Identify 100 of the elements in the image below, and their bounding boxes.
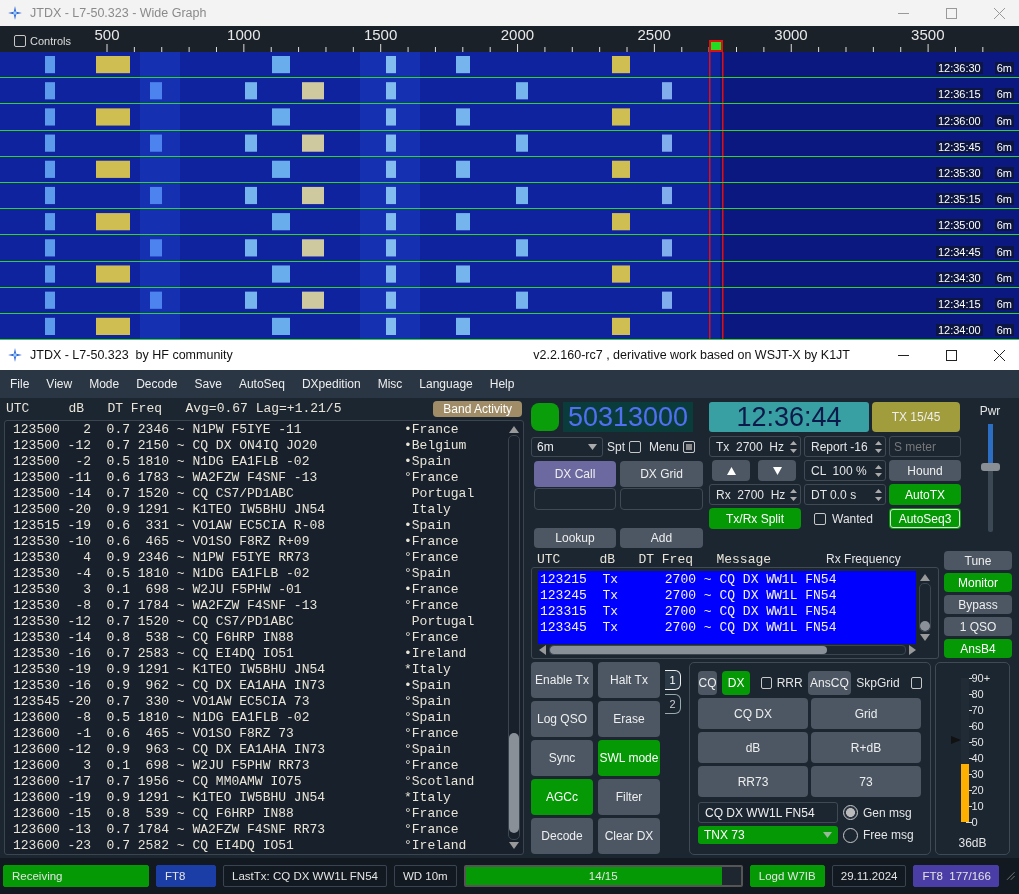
- decode-line[interactable]: 123500 -12 0.7 2150 ~ CQ DX ON4IQ JO20: [13, 438, 404, 454]
- resize-grip-icon[interactable]: [1006, 871, 1016, 881]
- checkbox[interactable]: [683, 441, 696, 453]
- side-button[interactable]: Bypass: [944, 595, 1012, 614]
- side-button[interactable]: Monitor: [944, 573, 1012, 592]
- checkbox[interactable]: [14, 35, 26, 47]
- decode-line[interactable]: 123500 -14 0.7 1520 ~ CQ CS7/PD1ABC: [13, 486, 404, 502]
- menu-item[interactable]: Misc: [377, 377, 403, 391]
- decode-line[interactable]: 123530 -12 0.7 1520 ~ CQ CS7/PD1ABC: [13, 614, 404, 630]
- side-button[interactable]: Tune: [944, 551, 1012, 570]
- decode-line[interactable]: 123600 -17 0.7 1956 ~ CQ MM0AMW IO75: [13, 774, 404, 790]
- scrollbar-thumb[interactable]: [920, 621, 930, 631]
- tx-line[interactable]: 123245 Tx 2700 ~ CQ DX WW1L FN54: [538, 588, 916, 604]
- message-button[interactable]: CQ DX: [698, 698, 808, 729]
- scroll-left-icon[interactable]: [538, 645, 546, 655]
- power-slider[interactable]: [980, 424, 1000, 532]
- decode-line[interactable]: 123545 -20 0.7 330 ~ VO1AW EC5CIA 73: [13, 694, 404, 710]
- spin-arrows-icon[interactable]: [874, 438, 883, 455]
- scrollbar-thumb[interactable]: [550, 646, 827, 654]
- decode-line[interactable]: 123500 2 0.7 2346 ~ N1PW F5IYE -11: [13, 422, 404, 438]
- menu-item[interactable]: Decode: [136, 377, 178, 391]
- decode-line[interactable]: 123600 -23 0.7 2582 ~ CQ EI4DQ IO51: [13, 838, 404, 854]
- menu-item[interactable]: Save: [194, 377, 222, 391]
- checkbox[interactable]: [761, 677, 772, 689]
- split-button[interactable]: Tx/Rx Split: [709, 508, 801, 529]
- menu-item[interactable]: File: [10, 377, 30, 391]
- scroll-down-icon[interactable]: [509, 842, 519, 850]
- message-button[interactable]: Grid: [811, 698, 921, 729]
- decode-line[interactable]: 123530 -4 0.5 1810 ~ N1DG EA1FLB -02: [13, 566, 404, 582]
- spin-box[interactable]: DT 0.0 s: [804, 484, 886, 505]
- message-select[interactable]: TNX 73: [698, 826, 838, 844]
- spin-box[interactable]: Report -16: [804, 436, 886, 457]
- spin-arrows-icon[interactable]: [789, 486, 798, 503]
- s-meter-field[interactable]: S meter: [889, 436, 961, 457]
- decode-line[interactable]: 123530 -19 0.9 1291 ~ K1TEO IW5BHU JN54: [13, 662, 404, 678]
- maximize-icon[interactable]: [946, 349, 957, 361]
- tab[interactable]: 2: [665, 694, 681, 714]
- menu-item[interactable]: View: [46, 377, 73, 391]
- spin-box[interactable]: Tx 2700 Hz: [709, 436, 801, 457]
- decode-line[interactable]: 123530 3 0.1 698 ~ W2JU F5PHW -01: [13, 582, 404, 598]
- checkbox[interactable]: [911, 677, 922, 689]
- action-button[interactable]: Decode: [531, 818, 593, 854]
- spin-arrows-icon[interactable]: [874, 486, 883, 503]
- decode-line[interactable]: 123530 -14 0.8 538 ~ CQ F6HRP IN88: [13, 630, 404, 646]
- spin-box[interactable]: CL 100 %: [804, 460, 886, 481]
- decode-line[interactable]: 123530 -8 0.7 1784 ~ WA2FZW F4SNF -13: [13, 598, 404, 614]
- tx-line[interactable]: 123315 Tx 2700 ~ CQ DX WW1L FN54: [538, 604, 916, 620]
- checkbox[interactable]: [629, 441, 641, 453]
- decode-line[interactable]: 123500 -2 0.5 1810 ~ N1DG EA1FLB -02: [13, 454, 404, 470]
- anscq-button[interactable]: AnsCQ: [807, 671, 852, 695]
- checkbox[interactable]: [814, 512, 826, 525]
- down-button[interactable]: [758, 460, 796, 481]
- autotx-button[interactable]: AutoTX: [889, 484, 961, 505]
- cq-button[interactable]: CQ: [698, 671, 718, 695]
- message-button[interactable]: RR73: [698, 766, 808, 797]
- menu-item[interactable]: Mode: [89, 377, 120, 391]
- decode-line[interactable]: 123600 -13 0.7 1784 ~ WA2FZW F4SNF RR73: [13, 822, 404, 838]
- dx-call-button[interactable]: DX Call: [534, 461, 616, 487]
- message-field[interactable]: CQ DX WW1L FN54: [698, 802, 838, 823]
- menu-item[interactable]: AutoSeq: [238, 377, 285, 391]
- action-button[interactable]: Halt Tx: [598, 662, 660, 698]
- scrollbar-track[interactable]: [549, 645, 906, 655]
- decode-line[interactable]: 123600 -19 0.9 1291 ~ K1TEO IW5BHU JN54: [13, 790, 404, 806]
- close-icon[interactable]: [994, 349, 1005, 361]
- slider-thumb[interactable]: [980, 463, 1000, 472]
- menu-item[interactable]: Help: [489, 377, 515, 391]
- decode-line[interactable]: 123600 -8 0.5 1810 ~ N1DG EA1FLB -02: [13, 710, 404, 726]
- tx-line[interactable]: 123215 Tx 2700 ~ CQ DX WW1L FN54: [538, 572, 916, 588]
- band-select[interactable]: 6m: [531, 437, 603, 457]
- decode-line[interactable]: 123500 -11 0.6 1783 ~ WA2FZW F4SNF -13: [13, 470, 404, 486]
- action-button[interactable]: Sync: [531, 740, 593, 776]
- action-button[interactable]: Erase: [598, 701, 660, 737]
- decode-line[interactable]: 123600 -12 0.9 963 ~ CQ DX EA1AHA IN73: [13, 742, 404, 758]
- dx-button[interactable]: DX: [722, 671, 750, 695]
- decode-line[interactable]: 123600 3 0.1 698 ~ W2JU F5PHW RR73: [13, 758, 404, 774]
- decode-line[interactable]: 123530 -16 0.9 962 ~ CQ DX EA1AHA IN73: [13, 678, 404, 694]
- scrollbar-track[interactable]: [919, 583, 931, 632]
- spin-arrows-icon[interactable]: [789, 438, 798, 455]
- add-button[interactable]: Add: [620, 528, 703, 548]
- autoseq-button[interactable]: AutoSeq3: [889, 508, 961, 529]
- scroll-up-icon[interactable]: [509, 424, 519, 433]
- grid-field[interactable]: [620, 488, 703, 510]
- lookup-button[interactable]: Lookup: [534, 528, 616, 548]
- spin-box[interactable]: Rx 2700 Hz: [709, 484, 801, 505]
- tx-line[interactable]: 123345 Tx 2700 ~ CQ DX WW1L FN54: [538, 620, 916, 636]
- scroll-down-icon[interactable]: [920, 634, 930, 642]
- action-button[interactable]: Log QSO: [531, 701, 593, 737]
- radio-button[interactable]: [843, 805, 858, 820]
- scroll-up-icon[interactable]: [920, 573, 930, 581]
- action-button[interactable]: Clear DX: [598, 818, 660, 854]
- hound-button[interactable]: Hound: [889, 460, 961, 481]
- tab[interactable]: 1: [665, 670, 681, 690]
- message-button[interactable]: dB: [698, 732, 808, 763]
- menu-item[interactable]: Language: [419, 377, 473, 391]
- up-button[interactable]: [712, 460, 750, 481]
- decode-line[interactable]: 123530 -10 0.6 465 ~ VO1SO F8RZ R+09: [13, 534, 404, 550]
- menu-item[interactable]: DXpedition: [301, 377, 361, 391]
- decode-line[interactable]: 123530 -16 0.7 2583 ~ CQ EI4DQ IO51: [13, 646, 404, 662]
- action-button[interactable]: Enable Tx: [531, 662, 593, 698]
- scroll-right-icon[interactable]: [909, 645, 917, 655]
